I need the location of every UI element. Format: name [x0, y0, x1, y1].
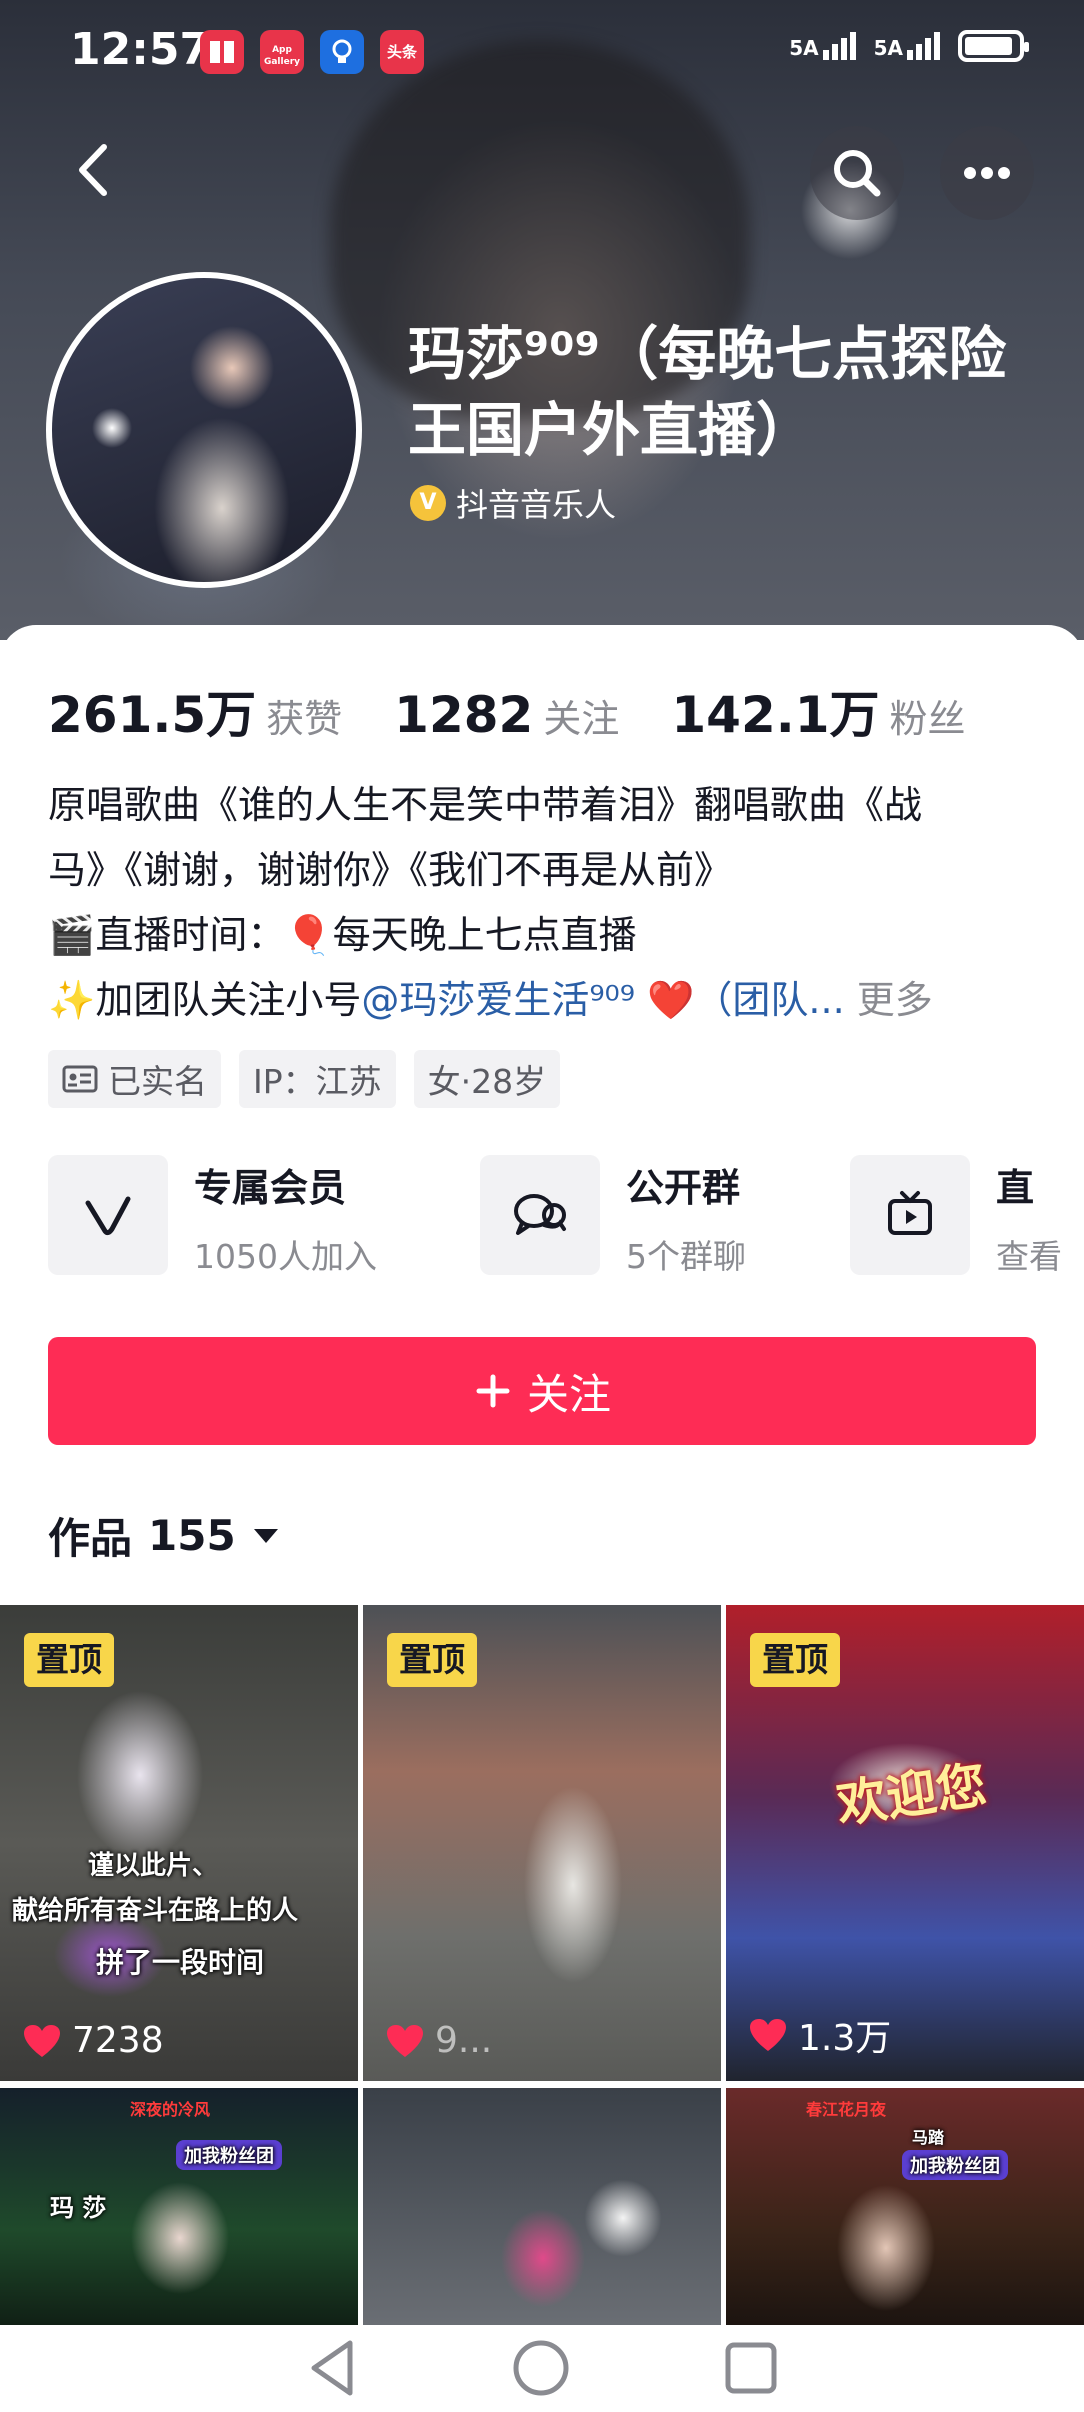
video-likes: 1.3万	[748, 2009, 891, 2061]
followers-label[interactable]: 粉丝	[890, 688, 966, 743]
stats-row: 261.5万 获赞 1282 关注 142.1万 粉丝	[48, 675, 1018, 747]
verified-musician[interactable]: V 抖音音乐人	[410, 480, 616, 526]
bulb-app-icon	[320, 30, 364, 74]
video-caption: 谨以此片、	[88, 1851, 219, 1881]
works-count: 155	[148, 1511, 236, 1560]
tab-works[interactable]: 作品 155	[48, 1505, 280, 1566]
id-card-icon	[62, 1065, 98, 1093]
video-caption: 玛 莎	[50, 2194, 107, 2222]
tag-gender-age: 女·28岁	[413, 1050, 561, 1108]
video-thumbnail[interactable]: 置顶 9...	[363, 1605, 721, 2081]
search-button[interactable]	[810, 126, 904, 220]
entry-public-group[interactable]: 公开群 5个群聊	[480, 1155, 746, 1275]
following-count[interactable]: 1282	[394, 686, 533, 744]
video-thumbnail[interactable]: 深夜的冷风 加我粉丝团 玛 莎	[0, 2088, 358, 2325]
signal-2: 5A	[874, 32, 940, 60]
video-thumbnail[interactable]: 置顶 谨以此片、 献给所有奋斗在路上的人 拼了一段时间 7238	[0, 1605, 358, 2081]
video-thumbnail[interactable]: 春江花月夜 马踏 加我粉丝团	[726, 2088, 1084, 2325]
tv-icon	[850, 1155, 970, 1275]
more-options-button[interactable]	[940, 126, 1034, 220]
bio-more-button[interactable]: 更多	[857, 978, 933, 1022]
chevron-left-icon	[79, 144, 107, 196]
video-caption: 春江花月夜	[806, 2100, 887, 2119]
entry-live[interactable]: 直 查看	[850, 1155, 1062, 1275]
feature-entries: 专属会员 1050人加入 公开群 5个群聊 直 查看	[48, 1155, 1084, 1275]
search-icon	[834, 150, 881, 197]
works-label: 作品	[48, 1514, 133, 1563]
tag-ip: IP：江苏	[239, 1050, 396, 1108]
bio-line: 原唱歌曲《谁的人生不是笑中带着泪》翻唱歌曲《战	[48, 783, 923, 827]
vip-v-icon	[48, 1155, 168, 1275]
bio-line: 🎬直播时间：🎈每天晚上七点直播	[48, 913, 637, 957]
mention-link[interactable]: @玛莎爱生活⁹⁰⁹	[361, 978, 635, 1022]
signal-bars-icon	[822, 32, 856, 60]
video-caption: 马踏	[912, 2128, 945, 2147]
nickname: 玛莎⁹⁰⁹（每晚七点探险王国户外直播）	[408, 320, 1007, 464]
bio-text: ❤️（团队...	[635, 978, 845, 1022]
nav-recents-icon[interactable]	[718, 2335, 784, 2401]
video-thumbnail[interactable]: 置顶 欢迎您 1.3万	[726, 1605, 1084, 2081]
app-gallery-icon: App Gallery	[260, 30, 304, 74]
follow-label: 关注	[526, 1370, 611, 1418]
follow-button[interactable]: 关注	[48, 1337, 1036, 1445]
plus-icon	[476, 1374, 510, 1408]
video-likes: 9...	[385, 2020, 492, 2061]
tags-row: 已实名 IP：江苏 女·28岁	[48, 1050, 561, 1108]
entry-subtitle: 查看	[996, 1237, 1062, 1275]
video-likes: 7238	[22, 2020, 164, 2061]
followers-count[interactable]: 142.1万	[671, 675, 879, 747]
video-banner: 欢迎您	[833, 1755, 990, 1835]
signal-1: 5A	[789, 32, 856, 60]
video-caption: 拼了一段时间	[96, 1946, 265, 1979]
clock: 12:57	[70, 24, 211, 75]
bio-line: 马》《谢谢，谢谢你》《我们不再是从前》	[48, 848, 733, 892]
heart-icon	[387, 2024, 423, 2057]
book-app-icon	[200, 30, 244, 74]
bio: 原唱歌曲《谁的人生不是笑中带着泪》翻唱歌曲《战 马》《谢谢，谢谢你》《我们不再是…	[48, 773, 1038, 1033]
likes-label: 获赞	[266, 697, 343, 741]
status-bar: 12:57 App Gallery 头条 5A 5A	[0, 0, 1084, 110]
entry-title: 公开群	[626, 1166, 741, 1210]
pinned-badge: 置顶	[750, 1633, 840, 1687]
battery-icon	[958, 30, 1029, 62]
entry-subtitle: 1050人加入	[194, 1237, 377, 1275]
verified-label: 抖音音乐人	[456, 486, 617, 524]
entry-membership[interactable]: 专属会员 1050人加入	[48, 1155, 377, 1275]
signal-bars-icon	[907, 32, 940, 60]
more-dots-icon	[964, 167, 1010, 179]
nav-home-icon[interactable]	[508, 2335, 574, 2401]
avatar[interactable]	[46, 272, 362, 588]
video-caption: 加我粉丝团	[176, 2140, 282, 2170]
video-caption: 深夜的冷风	[130, 2100, 211, 2119]
bio-line: ✨加团队关注小号@玛莎爱生活⁹⁰⁹ ❤️（团队... 更多	[48, 968, 1038, 1033]
pinned-badge: 置顶	[387, 1633, 477, 1687]
heart-icon	[24, 2024, 60, 2057]
bio-text: ✨加团队关注小号	[48, 978, 362, 1022]
likes-count: 261.5万	[48, 686, 257, 744]
video-caption: 加我粉丝团	[902, 2150, 1008, 2180]
nav-back-icon[interactable]	[300, 2335, 370, 2401]
group-chat-icon	[480, 1155, 600, 1275]
tag-real-name: 已实名	[48, 1050, 221, 1108]
system-nav-bar	[0, 2325, 1084, 2412]
following-label[interactable]: 关注	[543, 688, 619, 743]
entry-subtitle: 5个群聊	[626, 1237, 746, 1275]
pinned-badge: 置顶	[24, 1633, 114, 1687]
caret-down-icon	[253, 1528, 278, 1543]
verified-badge-icon: V	[410, 485, 446, 521]
profile-header: 12:57 App Gallery 头条 5A 5A 玛莎⁹⁰⁹（每晚七点探险王…	[0, 0, 1084, 640]
entry-title: 直	[996, 1166, 1035, 1210]
heart-icon	[750, 2019, 786, 2051]
video-caption: 献给所有奋斗在路上的人	[12, 1896, 299, 1926]
toutiao-app-icon: 头条	[380, 30, 424, 74]
back-button[interactable]	[60, 135, 130, 205]
video-thumbnail[interactable]	[363, 2088, 721, 2325]
entry-title: 专属会员	[194, 1166, 347, 1210]
